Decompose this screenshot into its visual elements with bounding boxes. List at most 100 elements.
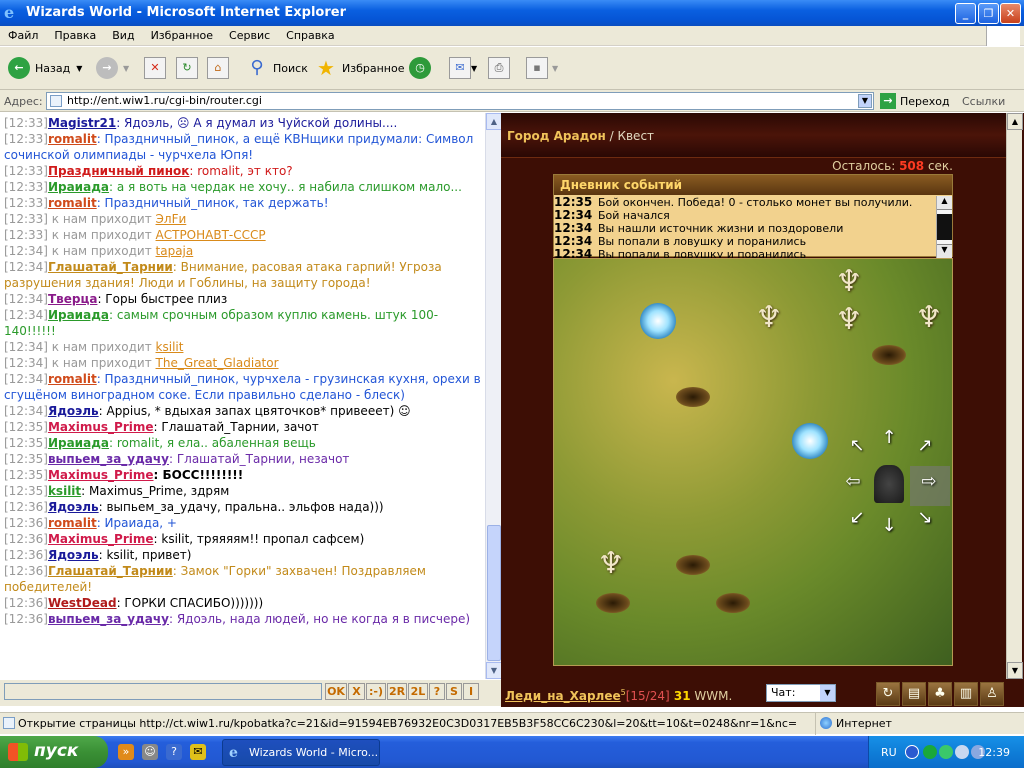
username-link[interactable]: Тверца [48, 292, 98, 306]
username-link[interactable]: ksilit [48, 484, 81, 498]
player-name[interactable]: Леди_на_Харлее [505, 689, 621, 703]
menu-view[interactable]: Вид [104, 26, 142, 42]
username-link[interactable]: Ядоэль [48, 548, 99, 562]
inventory-icon[interactable]: ▤ [902, 682, 926, 706]
home-button[interactable]: ⌂ [207, 55, 229, 81]
start-button[interactable]: пуск [0, 736, 108, 768]
tray-arrow-icon[interactable] [905, 745, 919, 759]
book-icon[interactable]: ▥ [954, 682, 978, 706]
chat-s-button[interactable]: S [446, 683, 462, 700]
forward-button[interactable]: → ▼ [96, 55, 129, 81]
print-button[interactable]: ⎙ [488, 55, 510, 81]
diary-scroll-down-icon[interactable]: ▼ [937, 244, 952, 258]
move-south-icon[interactable]: ↓ [878, 515, 900, 537]
task-ie-window[interactable]: e Wizards World - Micro... [222, 739, 380, 766]
username-link[interactable]: выпьем_за_удачу [48, 452, 169, 466]
arriving-user-link[interactable]: The_Great_Gladiator [156, 356, 279, 370]
chat-scrollbar[interactable]: ▲ ▼ [485, 113, 502, 679]
diary-scroll-up-icon[interactable]: ▲ [937, 196, 952, 210]
tray-icq-icon[interactable] [939, 745, 953, 759]
menu-edit[interactable]: Правка [46, 26, 104, 42]
username-link[interactable]: Глашатай_Тарнии [48, 260, 173, 274]
scroll-up-icon[interactable]: ▲ [486, 113, 502, 130]
stop-button[interactable]: ✕ [144, 55, 166, 81]
username-link[interactable]: Maximus_Prime [48, 532, 154, 546]
username-link[interactable]: Ядоэль [48, 500, 99, 514]
username-link[interactable]: Maximus_Prime [48, 468, 154, 482]
menu-help[interactable]: Справка [278, 26, 342, 42]
life-fountain-icon[interactable] [792, 423, 828, 459]
refresh-button[interactable]: ↻ [176, 55, 198, 81]
move-northwest-icon[interactable]: ↖ [846, 435, 868, 457]
username-link[interactable]: Глашатай_Тарнии [48, 564, 173, 578]
diary-scrollbar[interactable]: ▲ ▼ [936, 196, 952, 258]
arriving-user-link[interactable]: АСТРОНАВТ-СССР [156, 228, 266, 242]
go-button[interactable]: → Переход [880, 93, 950, 109]
quicklaunch-icon[interactable]: » [118, 744, 134, 760]
menu-tools[interactable]: Сервис [221, 26, 278, 42]
username-link[interactable]: romalit [48, 372, 97, 386]
chat-clear-button[interactable]: X [348, 683, 365, 700]
chat-input[interactable] [4, 683, 322, 700]
character-icon[interactable]: ♙ [980, 682, 1004, 706]
move-east-icon[interactable]: ⇨ [918, 471, 940, 493]
life-fountain-icon[interactable] [640, 303, 676, 339]
quicklaunch-icon[interactable]: ? [166, 744, 182, 760]
chat-i-button[interactable]: I [463, 683, 479, 700]
address-input[interactable]: http://ent.wiw1.ru/cgi-bin/router.cgi ▼ [46, 92, 874, 110]
back-button[interactable]: ← Назад ▼ [8, 55, 82, 81]
arriving-user-link[interactable]: ЭлFи [156, 212, 187, 226]
menu-file[interactable]: Файл [0, 26, 46, 42]
username-link[interactable]: romalit [48, 516, 97, 530]
chat-2l-button[interactable]: 2L [408, 683, 428, 700]
tray-app-icon[interactable] [955, 745, 969, 759]
chat-help-button[interactable]: ? [429, 683, 445, 700]
move-southeast-icon[interactable]: ↘ [914, 507, 936, 529]
username-link[interactable]: Ираиада [48, 436, 109, 450]
arriving-user-link[interactable]: tapaja [156, 244, 194, 258]
username-link[interactable]: Праздничный пинок [48, 164, 189, 178]
search-button[interactable]: ⚲ Поиск [246, 55, 307, 81]
edit-button[interactable]: ▪ ▼ [526, 55, 558, 81]
game-scroll-up-icon[interactable]: ▲ [1007, 113, 1023, 130]
tray-network-icon[interactable] [923, 745, 937, 759]
username-link[interactable]: romalit [48, 132, 97, 146]
scroll-down-icon[interactable]: ▼ [486, 662, 502, 679]
move-north-icon[interactable]: ↑ [878, 427, 900, 449]
chat-smiles-button[interactable]: :-) [366, 683, 386, 700]
game-scrollbar[interactable]: ▲ ▼ [1006, 113, 1023, 679]
username-link[interactable]: Ядоэль [48, 404, 99, 418]
chat-2r-button[interactable]: 2R [387, 683, 407, 700]
move-west-icon[interactable]: ⇦ [842, 471, 864, 493]
game-scroll-down-icon[interactable]: ▼ [1007, 662, 1023, 679]
username-link[interactable]: выпьем_за_удачу [48, 612, 169, 626]
quicklaunch-icon[interactable]: ☺ [142, 744, 158, 760]
close-button[interactable]: ✕ [1000, 3, 1021, 24]
favorites-button[interactable]: ★ Избранное [315, 55, 404, 81]
language-indicator[interactable]: RU [881, 746, 897, 759]
minimize-button[interactable]: _ [955, 3, 976, 24]
chat-mode-select[interactable]: Чат: ▼ [766, 684, 836, 702]
username-link[interactable]: romalit [48, 196, 97, 210]
move-northeast-icon[interactable]: ↗ [914, 435, 936, 457]
username-link[interactable]: Ираиада [48, 308, 109, 322]
diary-scroll-thumb[interactable] [937, 214, 952, 240]
city-link[interactable]: Город Арадон [507, 129, 606, 143]
links-button[interactable]: Ссылки [962, 95, 1005, 108]
move-southwest-icon[interactable]: ↙ [846, 507, 868, 529]
arriving-user-link[interactable]: ksilit [156, 340, 184, 354]
username-link[interactable]: Magistr21 [48, 116, 116, 130]
username-link[interactable]: Ираиада [48, 180, 109, 194]
refresh-game-icon[interactable]: ↻ [876, 682, 900, 706]
username-link[interactable]: WestDead [48, 596, 117, 610]
maximize-button[interactable]: ❐ [978, 3, 999, 24]
address-dropdown-icon[interactable]: ▼ [858, 94, 872, 108]
username-link[interactable]: Maximus_Prime [48, 420, 154, 434]
chat-ok-button[interactable]: OK [325, 683, 347, 700]
scroll-thumb[interactable] [487, 525, 501, 661]
game-map[interactable]: ♆ ♆ ♆ ♆ ♆ ↖ ↑ ↗ ⇦ ⇨ ↙ ↓ ↘ [553, 258, 953, 666]
menu-favorites[interactable]: Избранное [143, 26, 221, 42]
history-button[interactable]: ◷ [409, 55, 436, 81]
items-icon[interactable]: ♣ [928, 682, 952, 706]
quicklaunch-icon[interactable]: ✉ [190, 744, 206, 760]
